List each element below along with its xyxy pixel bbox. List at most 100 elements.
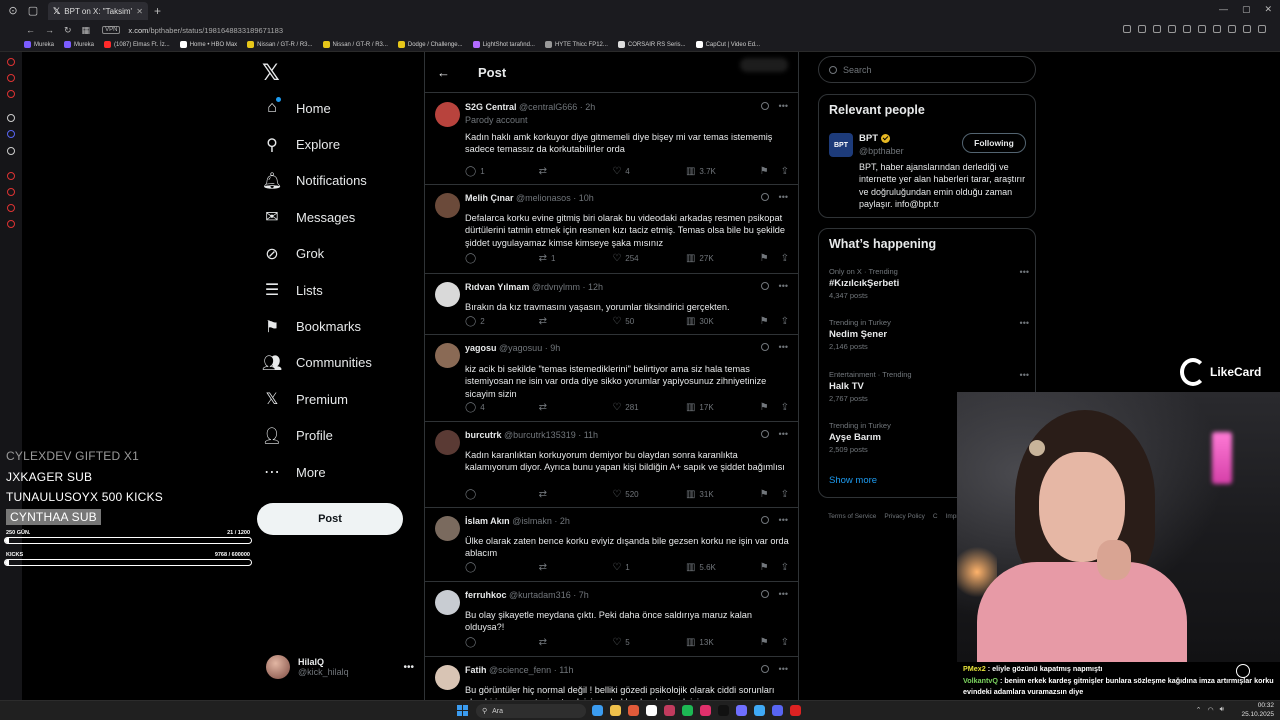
windows-start-icon[interactable] (457, 705, 468, 716)
nav-item-explore[interactable]: ⚲ Explore (262, 126, 372, 162)
tweet-author-handle[interactable]: @islmakn (512, 516, 552, 526)
post-button[interactable]: Post (257, 503, 403, 535)
reply-button[interactable]: ◯ (465, 489, 509, 500)
rail-item-icon[interactable] (7, 130, 15, 138)
close-window-icon[interactable]: ✕ (1264, 4, 1272, 15)
bookmark-item[interactable]: Nissan / GT-R / R3... (247, 41, 313, 48)
avatar[interactable] (435, 516, 460, 541)
tweet[interactable]: ferruhkoc @kurtadam316 · 7h ••• Bu olay şi… (425, 582, 798, 657)
rail-item-icon[interactable] (7, 90, 15, 98)
like-button[interactable]: ♡ 1 (612, 562, 656, 573)
taskbar-app-icon[interactable] (718, 705, 729, 716)
taskbar-app-icon[interactable] (646, 705, 657, 716)
footer-link[interactable]: Terms of Service (828, 513, 876, 520)
avatar[interactable] (435, 282, 460, 307)
account-switcher[interactable]: HilalQ @kick_hilalq ••• (266, 655, 414, 679)
tweet-author-name[interactable]: S2G Central (465, 102, 517, 112)
nav-item-lists[interactable]: ☰ Lists (262, 272, 372, 308)
reply-button[interactable]: ◯ 2 (465, 316, 509, 327)
trend-item[interactable]: Trending in Turkey Nedim Şener 2,146 posts… (829, 318, 1029, 351)
tweet-author-name[interactable]: Rıdvan Yılmam (465, 282, 529, 292)
more-icon[interactable]: ••• (779, 589, 788, 599)
taskbar-app-icon[interactable] (682, 705, 693, 716)
views-button[interactable]: ▥ 31K (686, 489, 730, 500)
like-button[interactable]: ♡ 5 (612, 637, 656, 648)
rail-item-icon[interactable] (7, 172, 15, 180)
rail-item-icon[interactable] (7, 114, 15, 122)
more-icon[interactable]: ••• (1020, 267, 1029, 277)
taskbar-app-icon[interactable] (592, 705, 603, 716)
share-icon[interactable]: ⇪ (781, 253, 789, 264)
snapshot-icon[interactable] (1153, 25, 1161, 33)
repost-button[interactable]: ⇄ (539, 489, 583, 500)
nav-item-profile[interactable]: 👤︎ Profile (262, 418, 372, 454)
footer-link[interactable]: C (933, 513, 938, 520)
nav-item-grok[interactable]: ⊘ Grok (262, 236, 372, 272)
tweet-author-name[interactable]: Melih Çınar (465, 193, 514, 203)
nav-item-communities[interactable]: 👥︎ Communities (262, 345, 372, 381)
footer-link[interactable]: Privacy Policy (884, 513, 924, 520)
bookmark-icon[interactable]: ⚑ (760, 637, 769, 648)
avatar[interactable] (435, 193, 460, 218)
chat-username[interactable]: PMex2 (963, 664, 986, 673)
repost-button[interactable]: ⇄ (539, 166, 583, 177)
x-logo-icon[interactable]: 𝕏 (262, 60, 280, 86)
nav-item-home[interactable]: ⌂ Home (262, 90, 372, 126)
taskbar-search[interactable]: ⚲ Ara (476, 704, 586, 718)
tweet-author-handle[interactable]: @yagosuu (499, 343, 542, 353)
taskbar-app-icon[interactable] (664, 705, 675, 716)
more-icon[interactable]: ••• (779, 664, 788, 674)
taskbar-app-icon[interactable] (610, 705, 621, 716)
repost-button[interactable]: ⇄ (539, 402, 583, 413)
more-icon[interactable]: ••• (779, 429, 788, 439)
views-button[interactable]: ▥ 30K (686, 316, 730, 327)
bookmark-icon[interactable]: ⚑ (760, 402, 769, 413)
nav-item-notifications[interactable]: 🔔︎ Notifications (262, 163, 372, 199)
minimize-icon[interactable]: — (1219, 4, 1228, 15)
like-button[interactable]: ♡ 254 (612, 253, 656, 264)
more-icon[interactable]: ••• (403, 662, 414, 673)
more-icon[interactable]: ••• (779, 281, 788, 291)
bookmark-item[interactable]: Dodge / Challenge... (397, 41, 463, 48)
close-tab-icon[interactable]: ✕ (136, 7, 143, 16)
share-icon[interactable]: ⇪ (781, 562, 789, 573)
vpn-badge[interactable]: VPN (102, 26, 121, 34)
repost-button[interactable]: ⇄ 1 (539, 253, 583, 264)
tweet-author-handle[interactable]: @centralG666 (519, 102, 577, 112)
heart-icon[interactable] (1198, 25, 1206, 33)
sidebar-toggle-icon[interactable]: ▢ (26, 4, 40, 18)
bookmark-icon[interactable]: ⚑ (760, 253, 769, 264)
more-icon[interactable]: ••• (1020, 318, 1029, 328)
wallet-icon[interactable] (1213, 25, 1221, 33)
grok-icon[interactable] (760, 516, 769, 524)
rail-item-icon[interactable] (7, 58, 15, 66)
rail-item-icon[interactable] (7, 204, 15, 212)
grok-icon[interactable] (760, 590, 769, 598)
tweet-author-handle[interactable]: @rdvnylmm (532, 282, 580, 292)
bookmark-item[interactable]: (1087) Elmas Ft. İz... (104, 41, 170, 48)
avatar[interactable] (435, 343, 460, 368)
tweet-time[interactable]: 11h (559, 665, 573, 675)
wifi-icon[interactable]: ◠ (1207, 706, 1213, 714)
reply-button[interactable]: ◯ (465, 253, 509, 264)
rail-item-icon[interactable] (7, 188, 15, 196)
tweet-author-name[interactable]: yagosu (465, 343, 497, 353)
url-field[interactable]: x.com/bpthaber/status/198164883318967118… (128, 26, 283, 35)
grok-icon[interactable] (760, 665, 769, 673)
more-icon[interactable]: ••• (779, 342, 788, 352)
forward-icon[interactable]: → (45, 25, 54, 36)
bookmark-icon[interactable]: ⚑ (760, 562, 769, 573)
tweet-time[interactable]: 10h (579, 193, 594, 203)
profile-icon[interactable] (1258, 25, 1266, 33)
tweet-author-handle[interactable]: @melionasos (516, 193, 571, 203)
pin-icon[interactable] (1138, 25, 1146, 33)
tweet-time[interactable]: 11h (584, 430, 598, 440)
share-icon[interactable]: ⇪ (781, 402, 789, 413)
nav-item-bookmarks[interactable]: ⚑ Bookmarks (262, 308, 372, 344)
tweet-author-handle[interactable]: @burcutrk135319 (504, 430, 576, 440)
nav-item-more[interactable]: ⋯ More (262, 454, 372, 490)
tweet[interactable]: yagosu @yagosuu · 9h ••• kiz acik bi sekil… (425, 335, 798, 422)
grok-icon[interactable] (760, 193, 769, 201)
taskbar-app-icon[interactable] (772, 705, 783, 716)
reload-icon[interactable]: ↻ (64, 25, 72, 36)
